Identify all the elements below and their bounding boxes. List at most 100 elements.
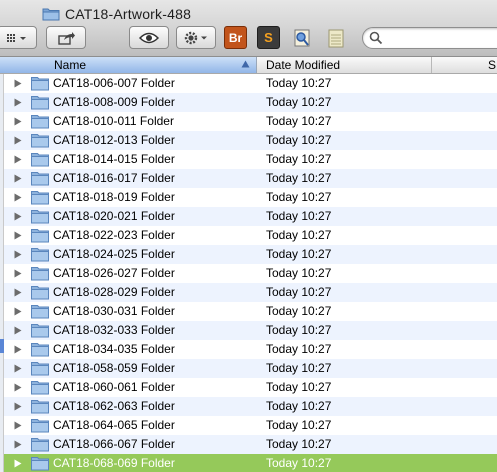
file-name: CAT18-066-067 Folder	[53, 437, 175, 451]
disclosure-triangle-icon[interactable]	[14, 269, 22, 278]
folder-icon	[31, 229, 49, 243]
table-row[interactable]: CAT18-064-065 Folder Today 10:27	[0, 416, 497, 435]
date-modified: Today 10:27	[266, 418, 332, 432]
column-header: Name Date Modified S	[0, 57, 497, 74]
view-mode-button[interactable]	[0, 26, 37, 49]
disclosure-triangle-icon[interactable]	[14, 345, 22, 354]
date-modified: Today 10:27	[266, 304, 332, 318]
folder-icon	[31, 343, 49, 357]
disclosure-triangle-icon[interactable]	[14, 288, 22, 297]
file-name: CAT18-022-023 Folder	[53, 228, 175, 242]
file-name: CAT18-010-011 Folder	[53, 114, 174, 128]
folder-icon	[31, 96, 49, 110]
table-row[interactable]: CAT18-030-031 Folder Today 10:27	[0, 302, 497, 321]
preview-app-icon[interactable]	[290, 26, 313, 49]
date-modified: Today 10:27	[266, 266, 332, 280]
sublime-app-icon[interactable]: S	[257, 26, 280, 49]
disclosure-triangle-icon[interactable]	[14, 459, 22, 468]
table-row[interactable]: CAT18-062-063 Folder Today 10:27	[0, 397, 497, 416]
table-row[interactable]: CAT18-018-019 Folder Today 10:27	[0, 188, 497, 207]
share-button[interactable]	[46, 26, 86, 49]
disclosure-triangle-icon[interactable]	[14, 440, 22, 449]
folder-icon	[31, 305, 49, 319]
folder-icon	[31, 438, 49, 452]
date-modified: Today 10:27	[266, 228, 332, 242]
search-icon	[369, 31, 383, 45]
file-name: CAT18-068-069 Folder	[53, 456, 175, 470]
table-row[interactable]: CAT18-008-009 Folder Today 10:27	[0, 93, 497, 112]
size-column-header[interactable]: S	[433, 57, 497, 73]
bridge-app-label: Br	[228, 30, 243, 45]
quick-look-button[interactable]	[129, 26, 169, 49]
disclosure-triangle-icon[interactable]	[14, 98, 22, 107]
file-list[interactable]: CAT18-006-007 Folder Today 10:27 CAT18-008…	[0, 74, 497, 472]
folder-icon	[31, 134, 49, 148]
window-title-group: CAT18-Artwork-488	[42, 5, 191, 22]
search-field[interactable]	[362, 27, 497, 49]
sidebar-resize-marker[interactable]	[0, 339, 4, 353]
table-row[interactable]: CAT18-020-021 Folder Today 10:27	[0, 207, 497, 226]
name-column-header[interactable]: Name	[0, 57, 257, 73]
table-row[interactable]: CAT18-060-061 Folder Today 10:27	[0, 378, 497, 397]
folder-icon	[31, 172, 49, 186]
table-row[interactable]: CAT18-006-007 Folder Today 10:27	[0, 74, 497, 93]
table-row[interactable]: CAT18-014-015 Folder Today 10:27	[0, 150, 497, 169]
disclosure-triangle-icon[interactable]	[14, 79, 22, 88]
folder-icon	[31, 381, 49, 395]
date-modified-column-header[interactable]: Date Modified	[258, 57, 432, 73]
table-row[interactable]: CAT18-024-025 Folder Today 10:27	[0, 245, 497, 264]
file-name: CAT18-058-059 Folder	[53, 361, 175, 375]
notes-app-icon[interactable]	[324, 26, 347, 49]
table-row[interactable]: CAT18-012-013 Folder Today 10:27	[0, 131, 497, 150]
table-row[interactable]: CAT18-032-033 Folder Today 10:27	[0, 321, 497, 340]
bridge-app-icon[interactable]: Br	[224, 26, 247, 49]
table-row[interactable]: CAT18-068-069 Folder Today 10:27	[0, 454, 497, 472]
list-view-icon	[7, 33, 26, 42]
file-name: CAT18-024-025 Folder	[53, 247, 175, 261]
disclosure-triangle-icon[interactable]	[14, 155, 22, 164]
disclosure-triangle-icon[interactable]	[14, 326, 22, 335]
sidebar-edge	[0, 74, 4, 472]
folder-icon	[31, 362, 49, 376]
disclosure-triangle-icon[interactable]	[14, 250, 22, 259]
file-name: CAT18-026-027 Folder	[53, 266, 175, 280]
disclosure-triangle-icon[interactable]	[14, 174, 22, 183]
action-menu-button[interactable]	[176, 26, 216, 49]
folder-icon	[31, 324, 49, 338]
date-modified-column-label: Date Modified	[266, 58, 341, 72]
disclosure-triangle-icon[interactable]	[14, 231, 22, 240]
disclosure-triangle-icon[interactable]	[14, 136, 22, 145]
file-name: CAT18-034-035 Folder	[53, 342, 175, 356]
name-column-label: Name	[54, 58, 87, 72]
date-modified: Today 10:27	[266, 323, 332, 337]
table-row[interactable]: CAT18-016-017 Folder Today 10:27	[0, 169, 497, 188]
disclosure-triangle-icon[interactable]	[14, 193, 22, 202]
table-row[interactable]: CAT18-028-029 Folder Today 10:27	[0, 283, 497, 302]
disclosure-triangle-icon[interactable]	[14, 212, 22, 221]
file-name: CAT18-006-007 Folder	[53, 76, 175, 90]
date-modified: Today 10:27	[266, 76, 332, 90]
table-row[interactable]: CAT18-026-027 Folder Today 10:27	[0, 264, 497, 283]
table-row[interactable]: CAT18-066-067 Folder Today 10:27	[0, 435, 497, 454]
table-row[interactable]: CAT18-022-023 Folder Today 10:27	[0, 226, 497, 245]
table-row[interactable]: CAT18-034-035 Folder Today 10:27	[0, 340, 497, 359]
file-name: CAT18-018-019 Folder	[53, 190, 175, 204]
folder-icon	[42, 8, 60, 20]
date-modified: Today 10:27	[266, 247, 332, 261]
date-modified: Today 10:27	[266, 190, 332, 204]
folder-icon	[31, 457, 49, 471]
date-modified: Today 10:27	[266, 380, 332, 394]
share-icon	[58, 31, 75, 45]
disclosure-triangle-icon[interactable]	[14, 402, 22, 411]
disclosure-triangle-icon[interactable]	[14, 117, 22, 126]
window-title: CAT18-Artwork-488	[65, 5, 192, 22]
disclosure-triangle-icon[interactable]	[14, 364, 22, 373]
table-row[interactable]: CAT18-010-011 Folder Today 10:27	[0, 112, 497, 131]
table-row[interactable]: CAT18-058-059 Folder Today 10:27	[0, 359, 497, 378]
disclosure-triangle-icon[interactable]	[14, 421, 22, 430]
file-name: CAT18-014-015 Folder	[53, 152, 175, 166]
preview-icon	[294, 29, 309, 46]
disclosure-triangle-icon[interactable]	[14, 307, 22, 316]
disclosure-triangle-icon[interactable]	[14, 383, 22, 392]
folder-icon	[31, 191, 49, 205]
